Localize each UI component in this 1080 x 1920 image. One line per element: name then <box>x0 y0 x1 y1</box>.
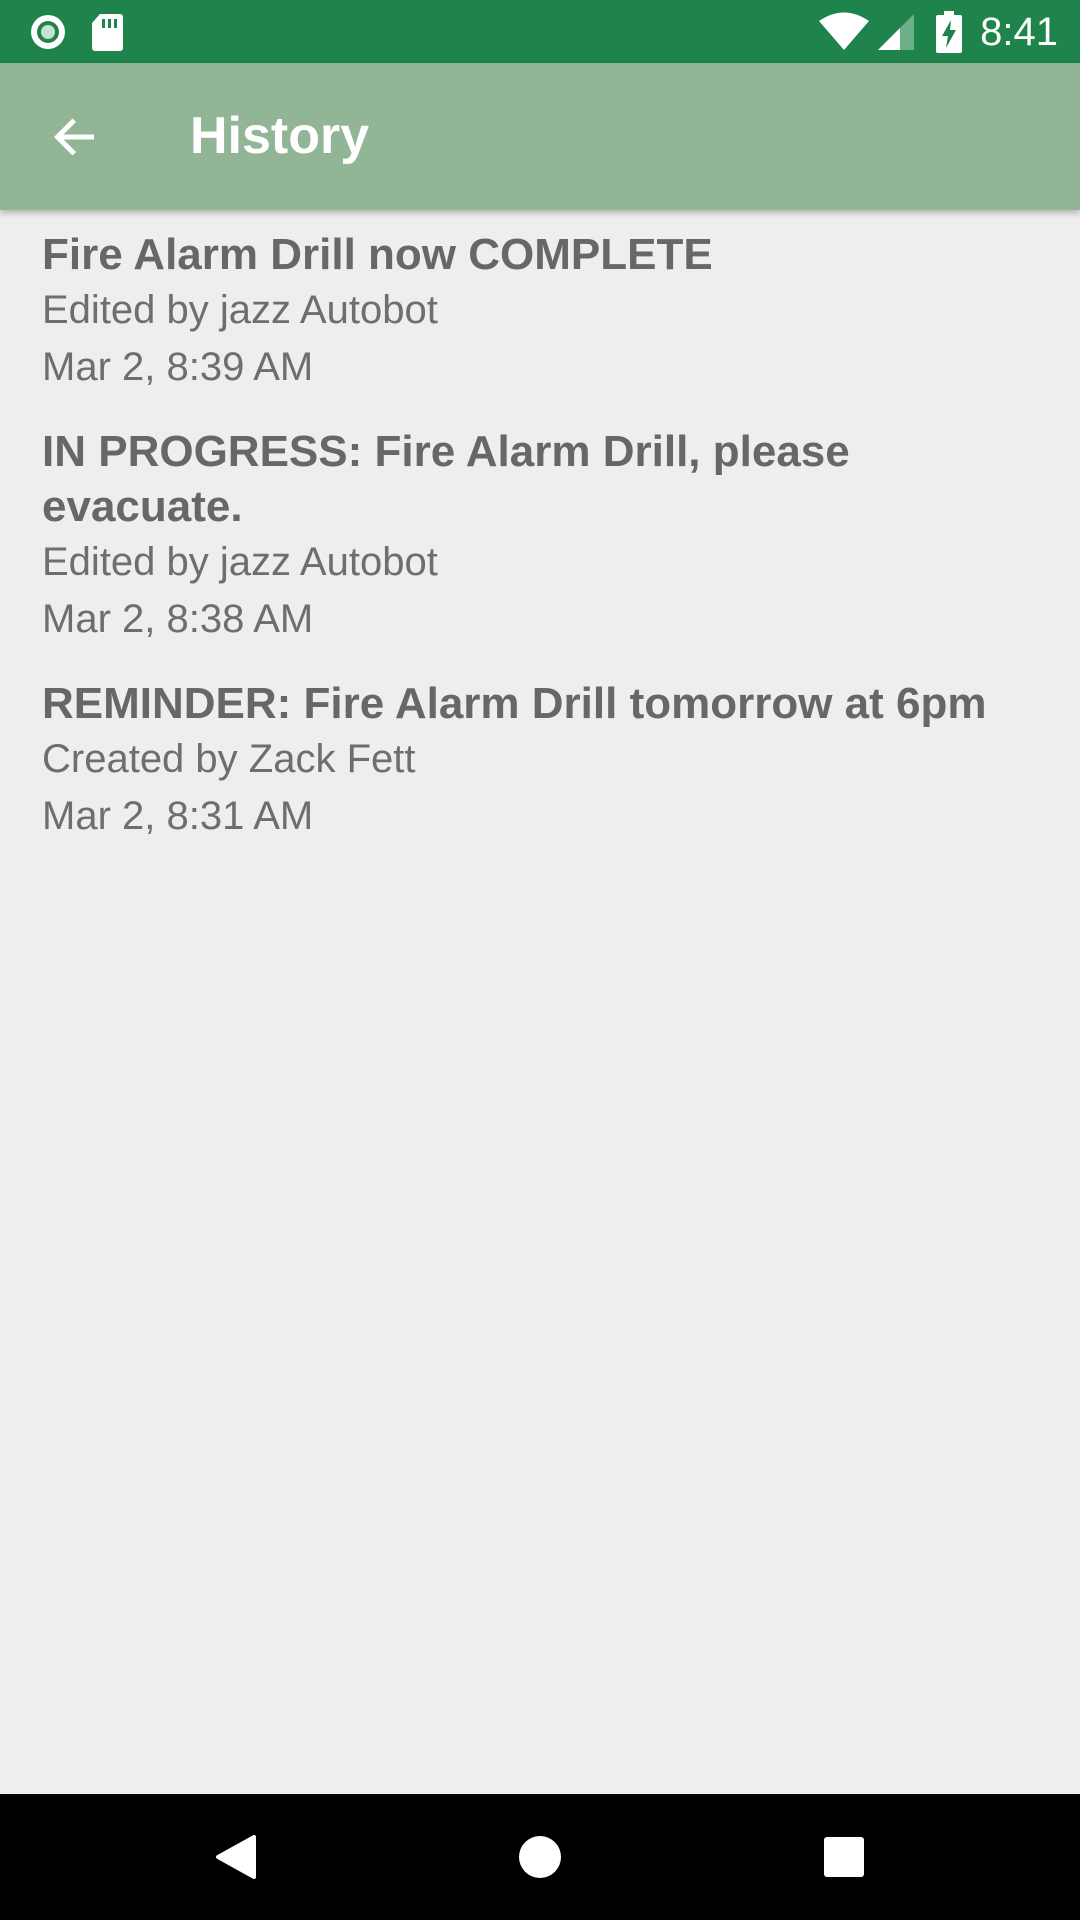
app-bar: History <box>0 63 1080 210</box>
wifi-icon <box>818 12 870 52</box>
status-right-icons: 8:41 <box>818 8 1058 56</box>
history-item[interactable]: REMINDER: Fire Alarm Drill tomorrow at 6… <box>0 648 1080 845</box>
cell-signal-icon <box>876 12 916 52</box>
history-item-author: Edited by jazz Autobot <box>42 540 438 584</box>
history-item-timestamp: Mar 2, 8:31 AM <box>42 794 314 838</box>
status-left-icons <box>28 12 124 52</box>
history-item-timestamp: Mar 2, 8:39 AM <box>42 345 314 389</box>
history-item-author: Created by Zack Fett <box>42 737 416 781</box>
history-item[interactable]: Fire Alarm Drill now COMPLETE Edited by … <box>0 210 1080 396</box>
radio-icon <box>28 12 68 52</box>
back-triangle-icon <box>214 1833 258 1881</box>
nav-back-button[interactable] <box>196 1817 276 1897</box>
status-time: 8:41 <box>980 10 1058 54</box>
nav-recents-button[interactable] <box>804 1817 884 1897</box>
battery-charging-icon <box>936 11 963 53</box>
sd-card-icon <box>90 12 124 52</box>
history-item-author: Edited by jazz Autobot <box>42 288 438 332</box>
nav-home-button[interactable] <box>500 1817 580 1897</box>
back-button[interactable] <box>28 91 120 183</box>
history-item-title: Fire Alarm Drill now COMPLETE <box>42 230 713 279</box>
history-list: Fire Alarm Drill now COMPLETE Edited by … <box>0 210 1080 845</box>
arrow-back-icon <box>50 113 98 161</box>
recents-square-icon <box>824 1837 864 1877</box>
history-item-timestamp: Mar 2, 8:38 AM <box>42 597 314 641</box>
history-item-title: REMINDER: Fire Alarm Drill tomorrow at 6… <box>42 679 987 728</box>
navigation-bar <box>0 1794 1080 1920</box>
page-title: History <box>190 107 370 165</box>
history-item-title: IN PROGRESS: Fire Alarm Drill, please ev… <box>42 427 850 531</box>
status-bar: 8:41 <box>0 0 1080 63</box>
history-item[interactable]: IN PROGRESS: Fire Alarm Drill, please ev… <box>0 396 1080 648</box>
home-circle-icon <box>518 1835 562 1879</box>
